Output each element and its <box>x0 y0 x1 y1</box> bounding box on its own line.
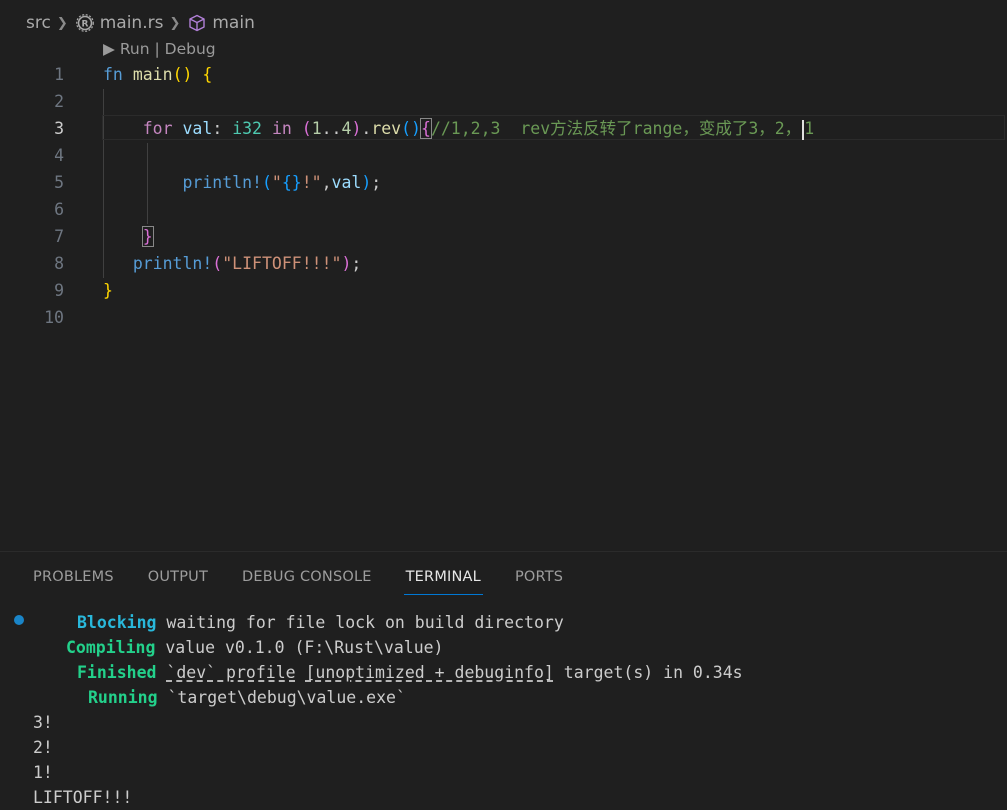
line-number: 7 <box>54 227 64 246</box>
code-text: println!("{}!",val); <box>182 173 382 192</box>
terminal-line: Finished `dev` profile [unoptimized + de… <box>77 663 743 682</box>
terminal-line: 1! <box>33 763 53 782</box>
code-line[interactable]: 1 fn main() { <box>0 61 1007 88</box>
code-text: println!("LIFTOFF!!!"); <box>132 254 362 273</box>
code-text: for val: i32 in (1..4).rev(){//1,2,3 rev… <box>142 118 815 140</box>
tab-terminal[interactable]: TERMINAL <box>403 569 484 595</box>
code-text: fn main() { <box>103 65 213 84</box>
code-text: } <box>141 226 154 247</box>
code-line-active[interactable]: 3 for val: i32 in (1..4).rev(){//1,2,3 r… <box>0 115 1007 142</box>
line-number: 10 <box>44 308 64 327</box>
panel-tabs: PROBLEMS OUTPUT DEBUG CONSOLE TERMINAL P… <box>33 569 563 595</box>
terminal-line: Compiling value v0.1.0 (F:\Rust\value) <box>66 638 444 657</box>
line-number: 4 <box>54 146 64 165</box>
codelens-run-debug[interactable]: ▶ Run | Debug <box>103 40 216 58</box>
text-cursor <box>802 119 805 140</box>
code-line[interactable]: 5 println!("{}!",val); <box>0 169 1007 196</box>
code-line[interactable]: 10 <box>0 304 1007 331</box>
line-number: 6 <box>54 200 64 219</box>
code-text: } <box>103 281 113 300</box>
line-number: 2 <box>54 92 64 111</box>
chevron-right-icon: ❯ <box>56 15 68 31</box>
terminal-line: Running `target\debug\value.exe` <box>88 688 406 707</box>
line-number: 9 <box>54 281 64 300</box>
line-number: 1 <box>54 65 64 84</box>
tab-debug-console[interactable]: DEBUG CONSOLE <box>242 569 372 591</box>
cube-icon <box>189 14 206 32</box>
code-line[interactable]: 9 } <box>0 277 1007 304</box>
terminal-line: 2! <box>33 738 53 757</box>
code-editor[interactable]: ▶ Run | Debug 1 fn main() { 2 3 for val:… <box>0 38 1007 550</box>
rust-gear-icon: R <box>75 14 94 32</box>
code-line[interactable]: 8 println!("LIFTOFF!!!"); <box>0 250 1007 277</box>
breadcrumb: src ❯ R main.rs ❯ main <box>26 12 255 34</box>
line-number: 3 <box>54 119 64 138</box>
terminal-line: 3! <box>33 713 53 732</box>
terminal-line: LIFTOFF!!! <box>33 788 133 807</box>
code-line[interactable]: 6 <box>0 196 1007 223</box>
code-line[interactable]: 7 } <box>0 223 1007 250</box>
terminal-line: Blocking waiting for file lock on build … <box>77 613 564 632</box>
breadcrumb-symbol[interactable]: main <box>188 13 255 33</box>
tab-problems[interactable]: PROBLEMS <box>33 569 114 591</box>
chevron-right-icon: ❯ <box>169 15 181 31</box>
breadcrumb-folder[interactable]: src <box>26 13 51 33</box>
tab-ports[interactable]: PORTS <box>515 569 563 591</box>
line-number: 5 <box>54 173 64 192</box>
command-decoration-dot[interactable] <box>14 615 24 625</box>
line-number: 8 <box>54 254 64 273</box>
svg-text:R: R <box>81 19 88 29</box>
tab-output[interactable]: OUTPUT <box>148 569 208 591</box>
breadcrumb-file[interactable]: R main.rs <box>75 13 163 33</box>
code-line[interactable]: 4 <box>0 142 1007 169</box>
bottom-panel: PROBLEMS OUTPUT DEBUG CONSOLE TERMINAL P… <box>0 551 1007 807</box>
code-line[interactable]: 2 <box>0 88 1007 115</box>
